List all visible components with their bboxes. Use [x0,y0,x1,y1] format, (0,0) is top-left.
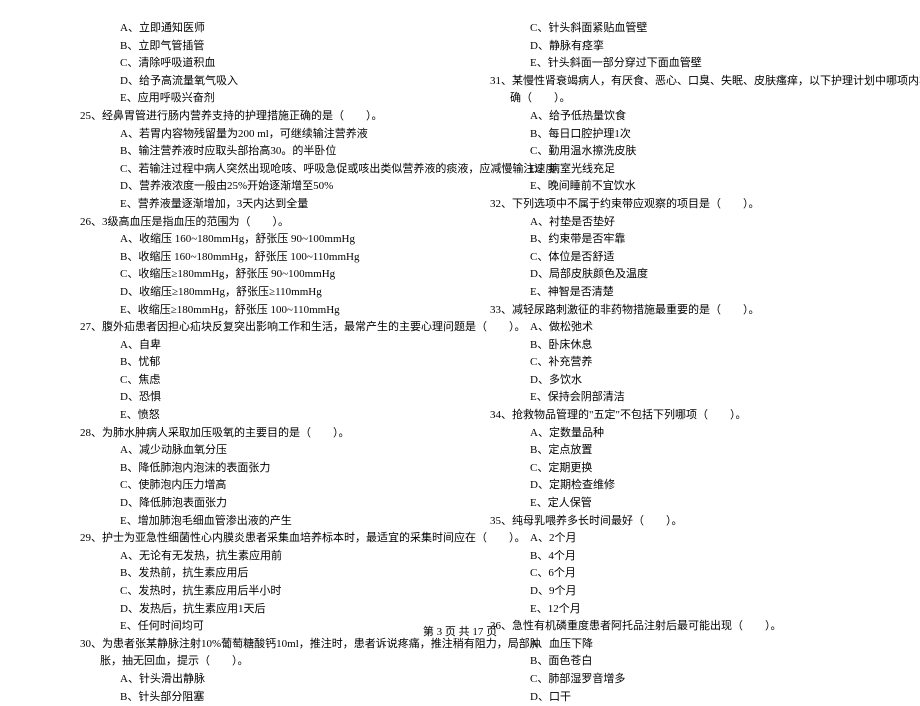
option: E、神智是否清楚 [470,284,860,302]
option: C、收缩压≥180mmHg，舒张压 90~100mmHg [60,266,450,284]
option: E、营养液量逐渐增加，3天内达到全量 [60,196,450,214]
option: D、定期检查维修 [470,477,860,495]
option: B、定点放置 [470,442,860,460]
option: D、口干 [470,689,860,706]
option: A、2个月 [470,530,860,548]
option: D、9个月 [470,583,860,601]
option: E、愤怒 [60,407,450,425]
option: D、多饮水 [470,372,860,390]
option: E、针头斜面一部分穿过下面血管壁 [470,55,860,73]
option: C、发热时，抗生素应用后半小时 [60,583,450,601]
option: B、收缩压 160~180mmHg，舒张压 100~110mmHg [60,249,450,267]
option: A、收缩压 160~180mmHg，舒张压 90~100mmHg [60,231,450,249]
option: C、定期更换 [470,460,860,478]
option: E、保持会阴部清洁 [470,389,860,407]
question-stem-continue: 胀，抽无回血，提示（ ）。 [60,653,450,671]
option: A、定数量品种 [470,425,860,443]
option: A、减少动脉血氧分压 [60,442,450,460]
option: A、做松弛术 [470,319,860,337]
question-stem: 35、纯母乳喂养多长时间最好（ ）。 [470,513,860,531]
option: A、自卑 [60,337,450,355]
option: C、焦虑 [60,372,450,390]
option: E、增加肺泡毛细血管渗出液的产生 [60,513,450,531]
option: D、降低肺泡表面张力 [60,495,450,513]
question-stem: 33、减轻尿路刺激征的非药物措施最重要的是（ ）。 [470,302,860,320]
option: B、约束带是否牢靠 [470,231,860,249]
question-stem: 28、为肺水肿病人采取加压吸氧的主要目的是（ ）。 [60,425,450,443]
option: B、面色苍白 [470,653,860,671]
question-stem: 25、经鼻胃管进行肠内营养支持的护理措施正确的是（ ）。 [60,108,450,126]
option: C、勤用温水擦洗皮肤 [470,143,860,161]
option: B、降低肺泡内泡沫的表面张力 [60,460,450,478]
question-stem: 32、下列选项中不属于约束带应观察的项目是（ ）。 [470,196,860,214]
option: D、给予高流量氧气吸入 [60,73,450,91]
option: A、给予低热量饮食 [470,108,860,126]
option: B、立即气管插管 [60,38,450,56]
option: D、局部皮肤颜色及温度 [470,266,860,284]
option: C、补充营养 [470,354,860,372]
left-column: A、立即通知医师 B、立即气管插管 C、清除呼吸道积血 D、给予高流量氧气吸入 … [60,20,450,706]
right-column: C、针头斜面紧贴血管壁 D、静脉有痉挛 E、针头斜面一部分穿过下面血管壁 31、… [470,20,860,706]
option: B、发热前，抗生素应用后 [60,565,450,583]
option: C、肺部湿罗音增多 [470,671,860,689]
option: A、立即通知医师 [60,20,450,38]
option: A、衬垫是否垫好 [470,214,860,232]
option: E、应用呼吸兴奋剂 [60,90,450,108]
option: B、4个月 [470,548,860,566]
option: A、针头滑出静脉 [60,671,450,689]
option: C、若输注过程中病人突然出现呛咳、呼吸急促或咳出类似营养液的痰液，应减慢输注速度 [60,161,450,179]
option: C、体位是否舒适 [470,249,860,267]
option: D、营养液浓度一般由25%开始逐渐增至50% [60,178,450,196]
option: D、静脉有痉挛 [470,38,860,56]
option: D、恐惧 [60,389,450,407]
page-container: A、立即通知医师 B、立即气管插管 C、清除呼吸道积血 D、给予高流量氧气吸入 … [0,20,920,706]
option: C、针头斜面紧贴血管壁 [470,20,860,38]
option: D、发热后，抗生素应用1天后 [60,601,450,619]
question-stem: 31、某慢性肾衰竭病人，有厌食、恶心、口臭、失眠、皮肤瘙痒，以下护理计划中哪项内… [470,73,860,91]
option: D、病室光线充足 [470,161,860,179]
option: B、忧郁 [60,354,450,372]
option: D、收缩压≥180mmHg，舒张压≥110mmHg [60,284,450,302]
option: E、收缩压≥180mmHg，舒张压 100~110mmHg [60,302,450,320]
page-footer: 第 3 页 共 17 页 [0,624,920,642]
option: E、12个月 [470,601,860,619]
question-stem: 34、抢救物品管理的"五定"不包括下列哪项（ ）。 [470,407,860,425]
option: C、6个月 [470,565,860,583]
option: B、输注营养液时应取头部抬高30。的半卧位 [60,143,450,161]
option: C、使肺泡内压力增高 [60,477,450,495]
option: B、卧床休息 [470,337,860,355]
option: B、针头部分阻塞 [60,689,450,706]
question-stem: 26、3级高血压是指血压的范围为（ ）。 [60,214,450,232]
option: E、定人保管 [470,495,860,513]
question-stem-continue: 确（ ）。 [470,90,860,108]
option: B、每日口腔护理1次 [470,126,860,144]
option: C、清除呼吸道积血 [60,55,450,73]
option: E、晚间睡前不宜饮水 [470,178,860,196]
option: A、若胃内容物残留量为200 ml，可继续输注营养液 [60,126,450,144]
question-stem: 29、护士为亚急性细菌性心内膜炎患者采集血培养标本时，最适宜的采集时间应在（ ）… [60,530,450,548]
option: A、无论有无发热，抗生素应用前 [60,548,450,566]
question-stem: 27、腹外疝患者因担心疝块反复突出影响工作和生活，最常产生的主要心理问题是（ ）… [60,319,450,337]
